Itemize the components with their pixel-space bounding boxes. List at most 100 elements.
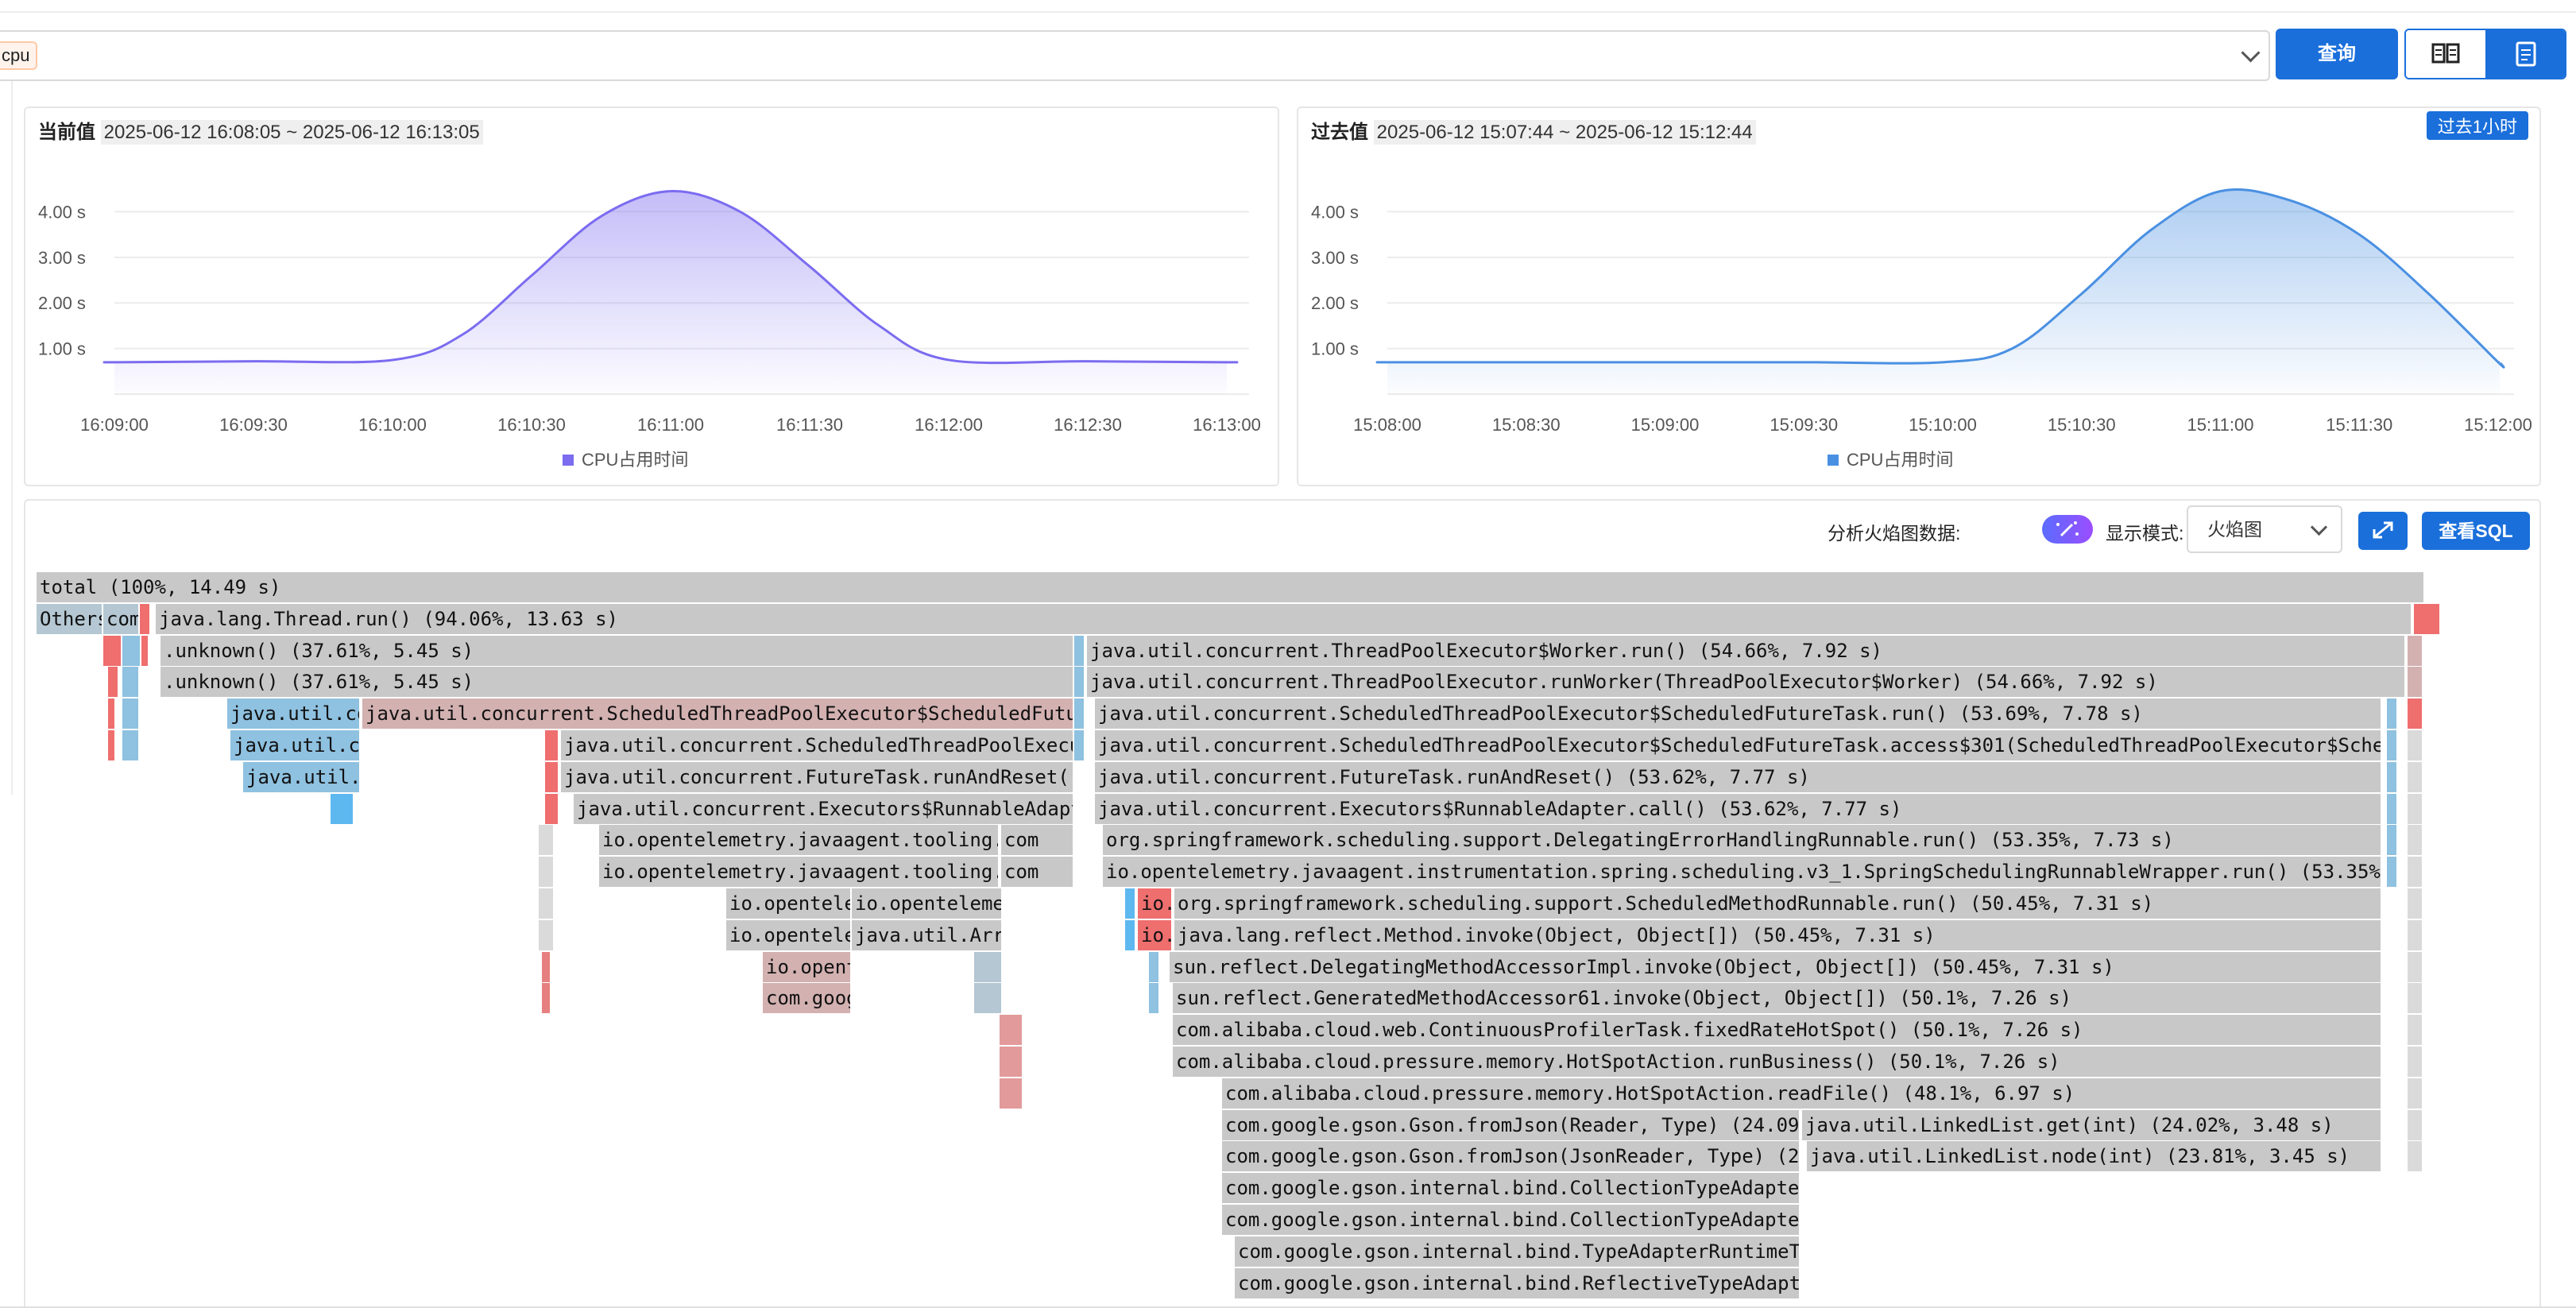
legend-label[interactable]: CPU占用时间 — [582, 450, 688, 470]
flame-frame[interactable] — [2387, 699, 2398, 729]
legend-label[interactable]: CPU占用时间 — [1847, 450, 1953, 470]
flame-frame[interactable] — [2408, 983, 2423, 1014]
flame-frame[interactable] — [2387, 825, 2398, 856]
flame-frame[interactable] — [539, 888, 555, 919]
flame-frame[interactable]: com — [1001, 857, 1074, 888]
flame-frame[interactable] — [122, 635, 141, 666]
flame-frame[interactable] — [1000, 1047, 1023, 1077]
flame-frame[interactable]: io. — [1138, 919, 1173, 950]
flame-frame[interactable]: java.util.concurrent.ScheduledThreadPool… — [362, 699, 1074, 729]
flame-frame[interactable] — [1125, 919, 1136, 950]
flame-frame[interactable] — [2387, 793, 2398, 824]
flame-frame[interactable] — [2408, 761, 2423, 792]
flame-frame[interactable] — [539, 825, 555, 856]
flame-frame[interactable] — [2408, 1078, 2423, 1109]
flame-frame[interactable] — [2408, 635, 2423, 666]
flame-frame[interactable]: java.util.concurrent — [243, 761, 361, 792]
view-toggle[interactable] — [2404, 29, 2566, 79]
flame-frame[interactable]: org.springframework.scheduling.support.S… — [1174, 888, 2382, 919]
flame-frame[interactable] — [2408, 857, 2423, 888]
flame-frame[interactable] — [539, 857, 555, 888]
flame-frame[interactable]: total (100%, 14.49 s) — [37, 572, 2425, 602]
flame-frame[interactable] — [122, 699, 140, 729]
flame-frame[interactable] — [2408, 793, 2423, 824]
flame-frame[interactable] — [103, 635, 122, 666]
flame-frame[interactable]: java.util.concurrent.ScheduledThreadPool… — [1095, 730, 2382, 760]
flame-frame[interactable] — [1149, 983, 1160, 1014]
flame-frame[interactable]: io.opentelemetry.javaagent.instrumentati… — [1103, 857, 2382, 888]
flame-frame[interactable] — [1074, 635, 1085, 666]
flame-frame[interactable] — [974, 951, 1003, 982]
flame-frame[interactable]: sun.reflect.GeneratedMethodAccessor61.in… — [1173, 983, 2382, 1014]
flame-frame[interactable]: io. — [1138, 888, 1173, 919]
flame-frame[interactable] — [2387, 730, 2398, 760]
flame-frame[interactable]: java.util.LinkedList.node(int) (23.81%, … — [1807, 1141, 2382, 1172]
flame-frame[interactable] — [542, 951, 551, 982]
split-view-button[interactable] — [2406, 30, 2485, 78]
flame-frame[interactable] — [1074, 699, 1085, 729]
flame-frame[interactable]: com.alibaba.cloud.pressure.memory.HotSpo… — [1222, 1078, 2382, 1109]
flame-frame[interactable]: com — [1001, 825, 1074, 856]
flame-frame[interactable] — [545, 793, 559, 824]
flame-frame[interactable]: org.springframework.scheduling.support.D… — [1103, 825, 2382, 856]
flame-frame[interactable]: io.opentelemetry — [726, 888, 852, 919]
flame-frame[interactable]: com.alibaba.cloud.web.ContinuousProfiler… — [1173, 1015, 2382, 1046]
flame-frame[interactable] — [140, 603, 151, 634]
magic-wand-icon[interactable] — [2042, 515, 2093, 544]
flame-frame[interactable]: .unknown() (37.61%, 5.45 s) — [161, 667, 1074, 698]
flame-frame[interactable]: com.alibaba.cloud.pressure.memory.HotSpo… — [1173, 1047, 2382, 1077]
flame-frame[interactable] — [2408, 1141, 2423, 1172]
flame-frame[interactable] — [2414, 603, 2441, 634]
flame-frame[interactable] — [545, 761, 559, 792]
flame-frame[interactable] — [545, 730, 559, 760]
flame-frame[interactable]: com.google.gson.Gson.fromJson(Reader, Ty… — [1222, 1109, 1800, 1140]
flame-frame[interactable] — [974, 983, 1003, 1014]
query-input[interactable]: cpu — [0, 30, 2270, 81]
flame-frame[interactable] — [2408, 730, 2423, 760]
flame-frame[interactable] — [2408, 1015, 2423, 1046]
flame-frame[interactable] — [1074, 730, 1085, 760]
flame-frame[interactable]: java.lang.reflect.Method.invoke(Object, … — [1174, 919, 2382, 950]
flame-frame[interactable]: java.util.concurrent.ScheduledThreadPool… — [1095, 699, 2382, 729]
flame-frame[interactable] — [2408, 825, 2423, 856]
flame-frame[interactable] — [108, 730, 116, 760]
flame-frame[interactable] — [539, 919, 555, 950]
flame-frame[interactable]: java.util.concurrent — [230, 730, 361, 760]
flame-frame[interactable] — [1000, 1078, 1023, 1109]
display-mode-select[interactable]: 火焰图 — [2187, 505, 2342, 553]
flame-frame[interactable]: com — [103, 603, 140, 634]
flame-frame[interactable]: java.util.concurrent.ThreadPoolExecutor$… — [1087, 635, 2406, 666]
flame-frame[interactable] — [1149, 951, 1160, 982]
view-sql-button[interactable]: 查看SQL — [2422, 512, 2530, 550]
flame-frame[interactable] — [2408, 699, 2423, 729]
flame-frame[interactable] — [2408, 667, 2423, 698]
flame-frame[interactable] — [2408, 1109, 2423, 1140]
legend-swatch[interactable] — [563, 455, 574, 466]
flame-frame[interactable]: com.google.gson.internal.bind.TypeAdapte… — [1235, 1236, 1800, 1267]
flame-frame[interactable]: java.util.ArrayList — [852, 919, 1003, 950]
query-tag[interactable]: cpu — [0, 41, 38, 70]
expand-button[interactable] — [2358, 512, 2408, 550]
flame-frame[interactable]: java.util.concurrent.Executors$RunnableA… — [1095, 793, 2382, 824]
flame-frame[interactable] — [122, 667, 140, 698]
flame-frame[interactable]: java.util.concurrent.ScheduledThreadPool… — [561, 730, 1074, 760]
flame-frame[interactable] — [2387, 761, 2398, 792]
query-button[interactable]: 查询 — [2276, 29, 2398, 79]
flame-frame[interactable] — [108, 667, 119, 698]
flame-frame[interactable]: io.opentelemetry.javaagent.tooling.annot… — [599, 825, 1000, 856]
flame-frame[interactable] — [2408, 888, 2423, 919]
flame-frame[interactable] — [2387, 857, 2398, 888]
flame-frame[interactable] — [141, 635, 149, 666]
flame-frame[interactable] — [108, 699, 116, 729]
flame-frame[interactable]: com.google.gson.internal.bind.Collection… — [1222, 1173, 1800, 1204]
chevron-down-icon[interactable] — [2241, 43, 2261, 63]
flame-frame[interactable] — [1000, 1015, 1023, 1046]
flame-frame[interactable] — [331, 793, 354, 824]
flame-frame[interactable] — [542, 983, 551, 1014]
flame-frame[interactable]: com.google.gson.internal.bind.Reflective… — [1235, 1267, 1800, 1298]
single-view-button[interactable] — [2485, 30, 2565, 78]
legend-swatch[interactable] — [1828, 455, 1839, 466]
flame-frame[interactable]: java.lang.Thread.run() (94.06%, 13.63 s) — [156, 603, 2412, 634]
flame-frame[interactable] — [122, 730, 140, 760]
flame-frame[interactable]: java.util.concurrent.ThreadPoolExecutor.… — [1087, 667, 2406, 698]
